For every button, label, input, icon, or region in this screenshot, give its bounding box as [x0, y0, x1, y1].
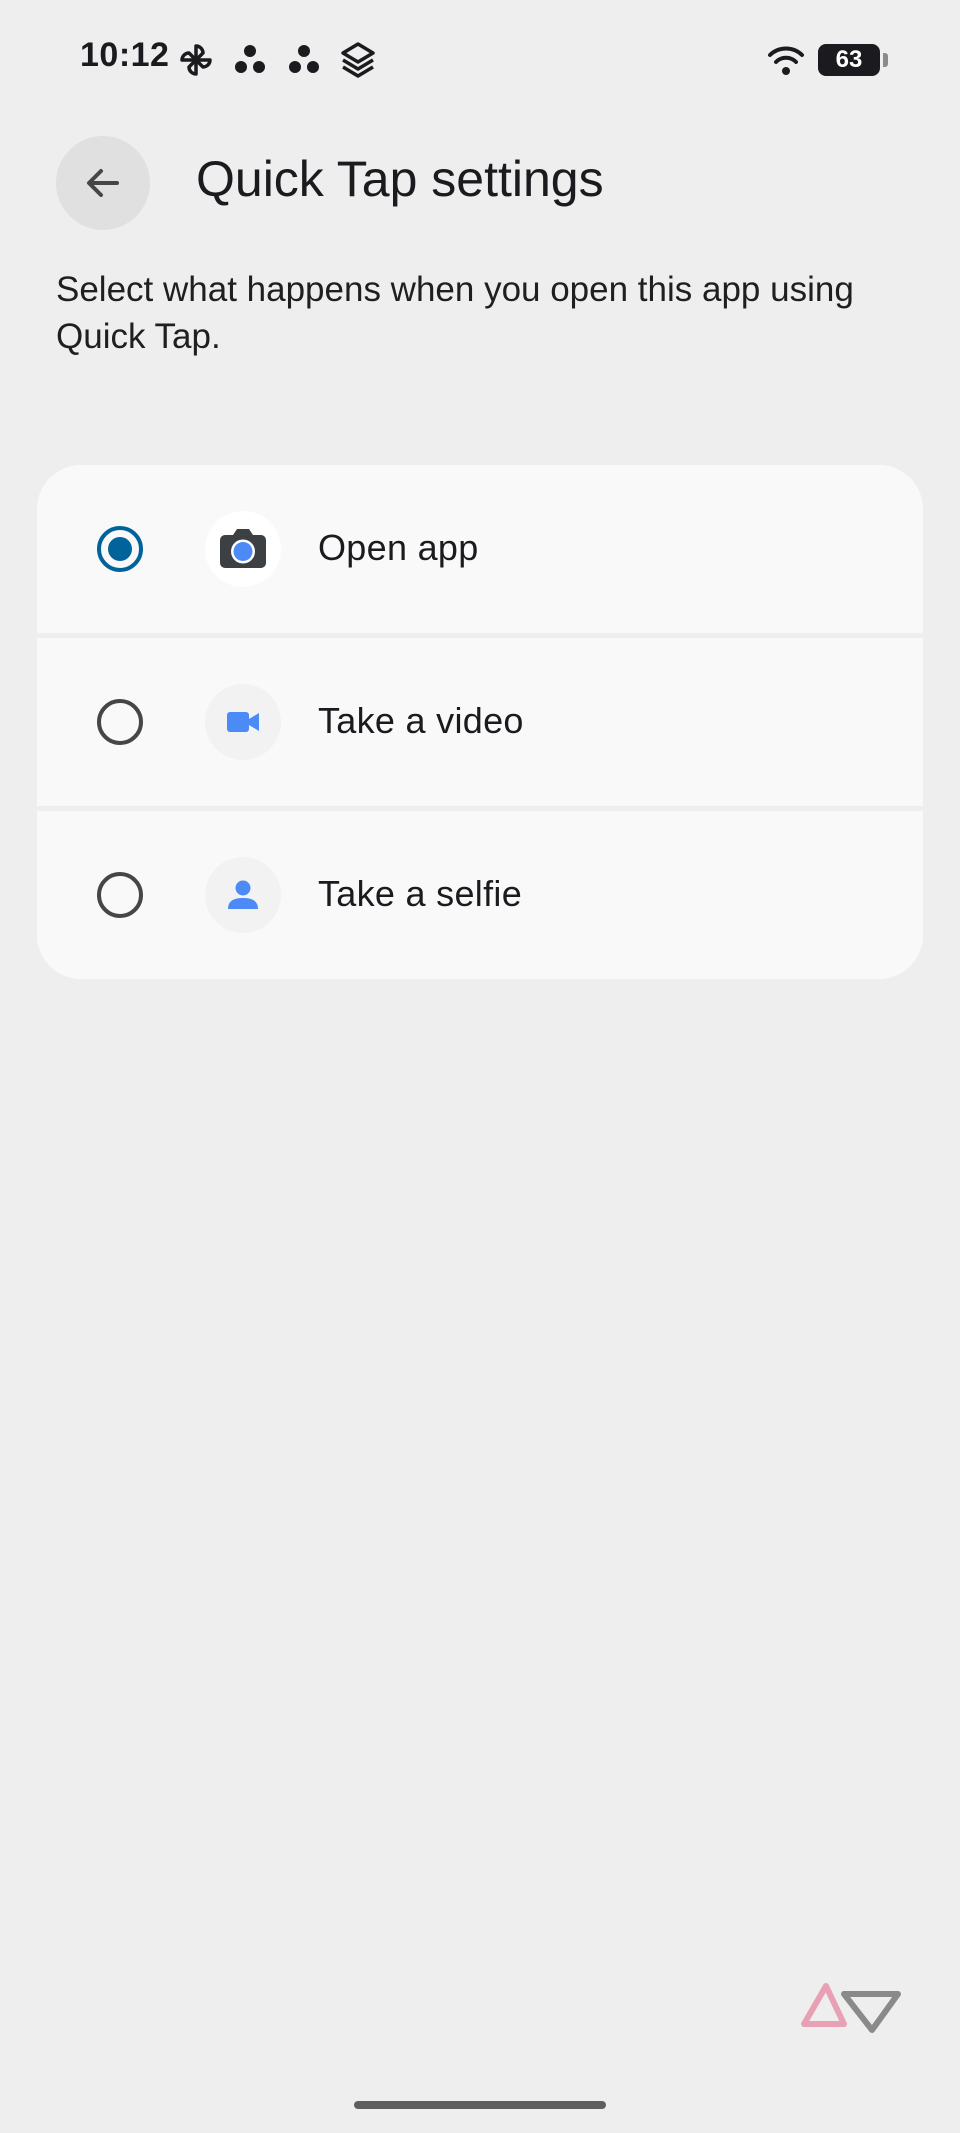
radio-button[interactable] — [97, 699, 143, 745]
back-button[interactable] — [56, 136, 150, 230]
option-take-video[interactable]: Take a video — [37, 638, 923, 806]
status-bar: 10:12 63 — [0, 0, 960, 120]
watermark-logo — [801, 1983, 901, 2033]
option-label: Take a selfie — [318, 873, 523, 914]
option-label: Open app — [318, 527, 479, 568]
wifi-icon — [768, 46, 804, 75]
options-list: Open app Take a video Take a selfie — [37, 465, 923, 979]
option-label: Take a video — [318, 700, 524, 741]
dots-icon — [235, 45, 265, 73]
page-title: Quick Tap settings — [196, 151, 604, 207]
radio-button[interactable] — [97, 872, 143, 918]
description-text: Select what happens when you open this a… — [56, 270, 854, 356]
videocam-icon — [205, 684, 281, 760]
arrow-back-icon — [87, 169, 119, 197]
layers-icon — [341, 42, 375, 78]
person-icon — [205, 857, 281, 933]
radio-button-selected[interactable] — [97, 526, 143, 572]
dots-icon — [289, 45, 319, 73]
home-indicator[interactable] — [354, 2101, 606, 2109]
notification-icons — [176, 40, 378, 80]
battery-icon: 63 — [818, 44, 888, 76]
system-icons: 63 — [766, 40, 888, 80]
pinwheel-icon — [180, 44, 212, 76]
status-time: 10:12 — [80, 36, 170, 74]
option-open-app[interactable]: Open app — [37, 465, 923, 633]
battery-level: 63 — [835, 46, 863, 73]
option-take-selfie[interactable]: Take a selfie — [37, 811, 923, 979]
camera-icon — [205, 511, 281, 587]
